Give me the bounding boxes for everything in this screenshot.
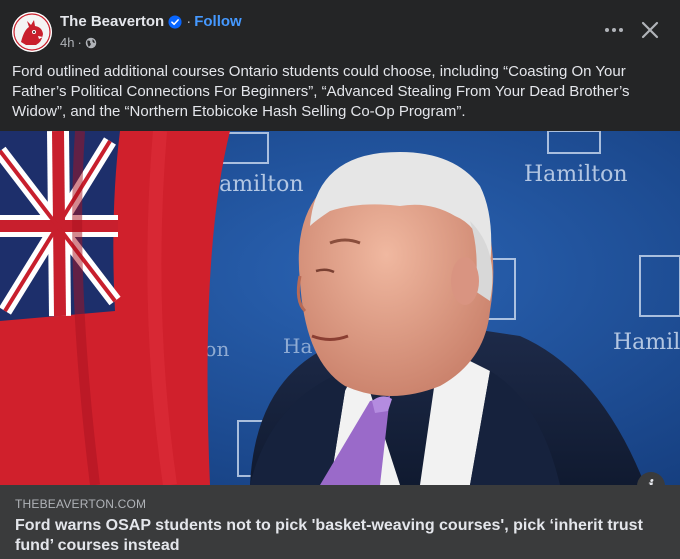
backdrop-text: Hamilton — [524, 162, 628, 187]
link-preview[interactable]: THEBEAVERTON.COM Ford warns OSAP student… — [0, 485, 680, 559]
post-text: Ford outlined additional courses Ontario… — [12, 63, 630, 120]
more-options-icon[interactable] — [602, 18, 626, 42]
close-icon[interactable] — [638, 18, 662, 42]
post-photo[interactable]: Hamilton Hamilton Hamilton lton Ha — [0, 131, 680, 485]
follow-button[interactable]: Follow — [194, 13, 242, 31]
meta-separator: · — [77, 35, 82, 50]
link-domain: THEBEAVERTON.COM — [15, 497, 147, 511]
globe-icon — [85, 37, 97, 48]
ontario-flag — [0, 131, 230, 485]
verified-badge-icon — [168, 15, 182, 29]
backdrop-text: Hamilton — [613, 330, 680, 355]
page-name[interactable]: The Beaverton — [60, 13, 164, 31]
header-separator: · — [186, 13, 192, 30]
backdrop-text-partial: Ha — [283, 334, 312, 358]
post-header: The Beaverton · Follow 4h · — [0, 0, 680, 62]
post-card: The Beaverton · Follow 4h · Ford outline… — [0, 0, 680, 559]
post-timestamp[interactable]: 4h — [60, 35, 74, 50]
link-headline[interactable]: Ford warns OSAP students not to pick 'ba… — [15, 516, 665, 556]
page-avatar[interactable] — [12, 12, 52, 52]
